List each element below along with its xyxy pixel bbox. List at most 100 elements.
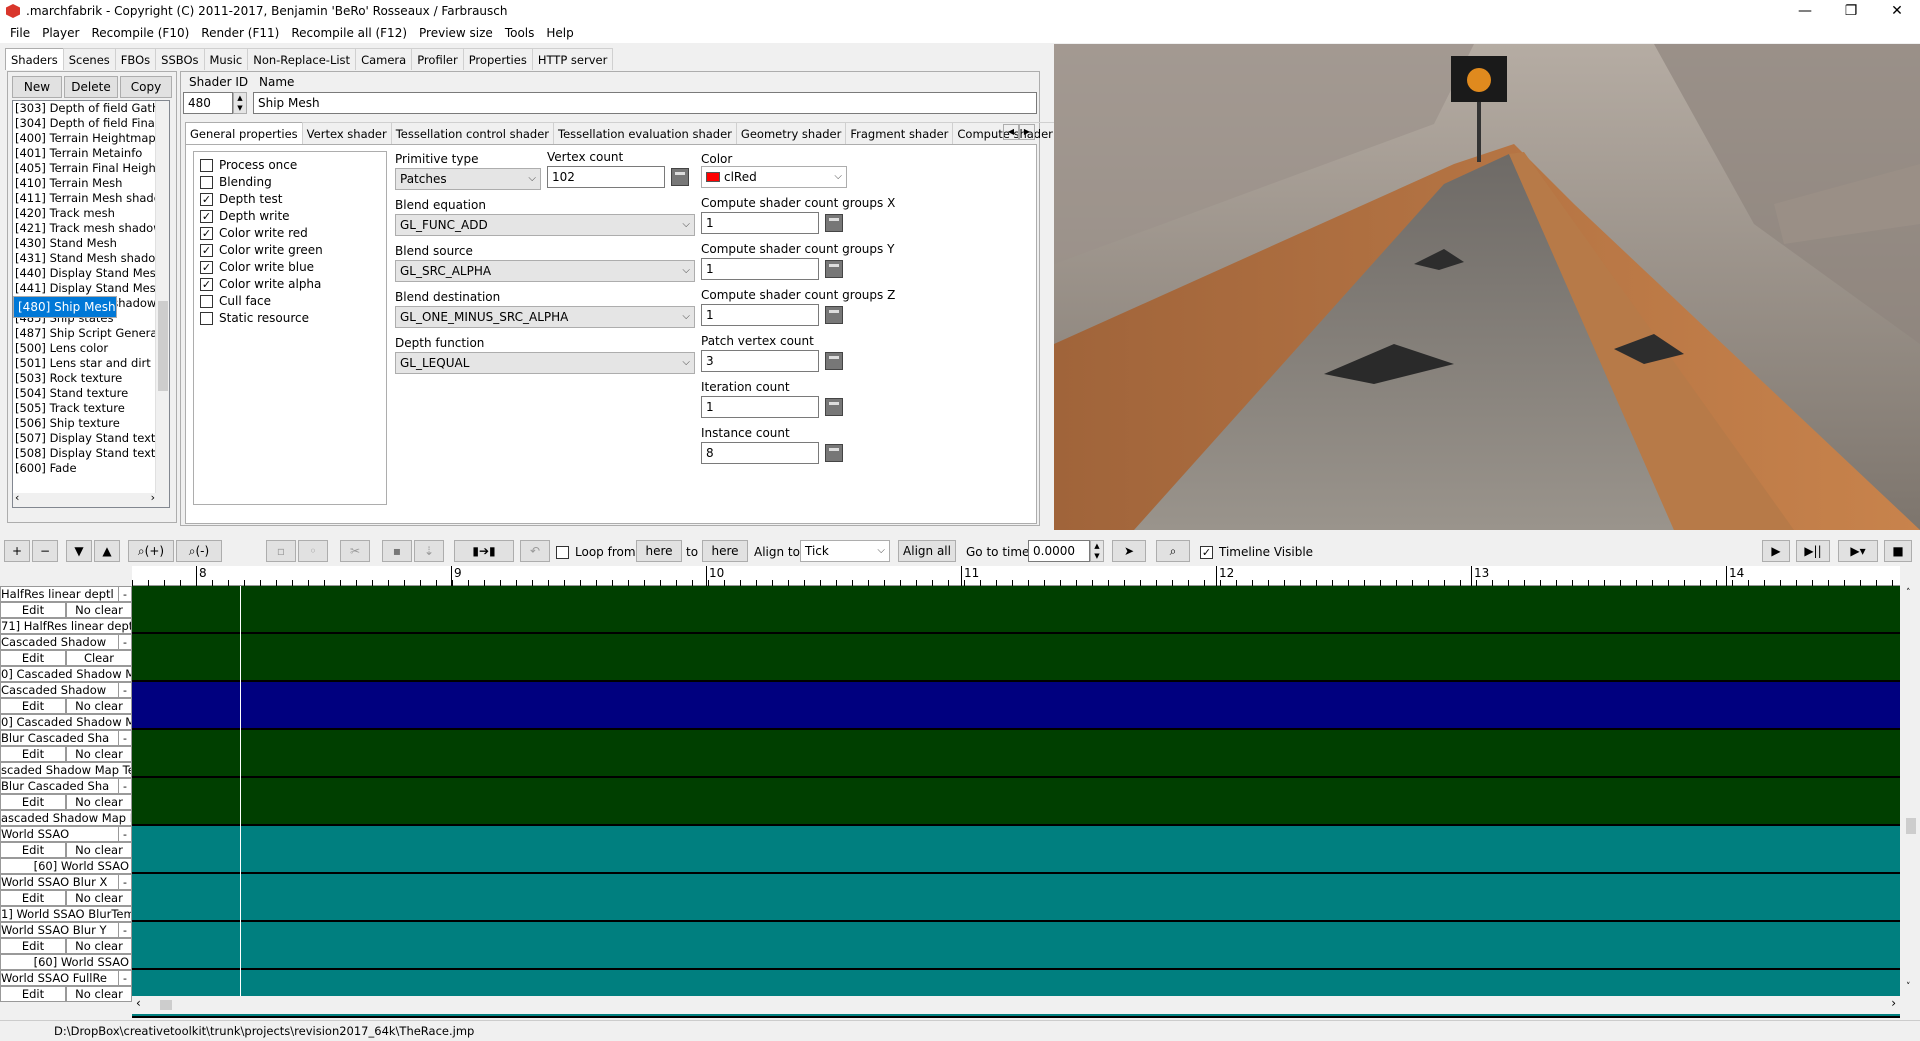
list-item[interactable]: [430] Stand Mesh xyxy=(13,236,169,251)
track-edit-button[interactable]: Edit xyxy=(0,842,66,858)
track-clear-button[interactable]: No clear xyxy=(66,746,132,762)
track-clear-button[interactable]: No clear xyxy=(66,938,132,954)
track-edit-button[interactable]: Edit xyxy=(0,986,66,1002)
track-name[interactable]: HalfRes linear deptl xyxy=(0,586,132,602)
track-target[interactable]: 71] HalfRes linear depth xyxy=(0,618,132,634)
list-item[interactable]: [431] Stand Mesh shadow r xyxy=(13,251,169,266)
checkbox-color-write-alpha[interactable]: ✓ Color write alpha xyxy=(200,277,321,291)
loop-from-here-button[interactable]: here xyxy=(636,540,682,562)
playhead-cursor[interactable] xyxy=(240,586,241,996)
add-track-button[interactable]: + xyxy=(4,540,30,562)
list-item[interactable]: [401] Terrain Metainfo xyxy=(13,146,169,161)
calculator-icon[interactable] xyxy=(825,306,843,324)
track-collapse-button[interactable]: - xyxy=(118,586,132,602)
track-edit-button[interactable]: Edit xyxy=(0,938,66,954)
shader-list-hscrollbar[interactable]: ‹ › xyxy=(13,491,157,507)
cs-x-input[interactable]: 1 xyxy=(701,212,819,234)
tab-http-server[interactable]: HTTP server xyxy=(531,48,614,70)
list-item[interactable]: [440] Display Stand Mesh xyxy=(13,266,169,281)
shader-id-spinner[interactable]: ▲ ▼ xyxy=(233,92,247,114)
track-edit-button[interactable]: Edit xyxy=(0,650,66,666)
checkbox-box[interactable] xyxy=(200,294,213,308)
track-band[interactable] xyxy=(132,682,1900,730)
iteration-count-input[interactable]: 1 xyxy=(701,396,819,418)
track-target[interactable]: [60] World SSAO xyxy=(0,858,132,874)
shader-id-input[interactable]: 480 xyxy=(183,92,233,114)
checkbox-static-resource[interactable]: Static resource xyxy=(200,311,309,325)
calculator-icon[interactable] xyxy=(671,168,689,186)
loop-checkbox-box[interactable] xyxy=(556,545,569,559)
track-band[interactable] xyxy=(132,634,1900,682)
list-item[interactable]: [405] Terrain Final Heightm xyxy=(13,161,169,176)
track-clear-button[interactable]: No clear xyxy=(66,842,132,858)
play-pause-button[interactable]: ▶|| xyxy=(1796,540,1830,562)
tab-general-properties[interactable]: General properties xyxy=(185,122,303,144)
track-collapse-button[interactable]: - xyxy=(118,874,132,890)
track-name[interactable]: World SSAO FullRe xyxy=(0,970,132,986)
track-edit-button[interactable]: Edit xyxy=(0,698,66,714)
list-item[interactable]: [441] Display Stand Mesh sl xyxy=(13,281,169,296)
track-target[interactable]: 0] Cascaded Shadow M xyxy=(0,666,132,682)
paste-icon[interactable]: ◦ xyxy=(298,540,328,562)
checkbox-process-once[interactable]: Process once xyxy=(200,158,297,172)
timeline-visible-checkbox[interactable]: ✓ Timeline Visible xyxy=(1200,545,1313,559)
scroll-left-icon[interactable]: ‹ xyxy=(136,996,141,1010)
timeline-vscrollbar[interactable]: ˄ ˅ xyxy=(1902,586,1920,996)
track-clear-button[interactable]: No clear xyxy=(66,698,132,714)
checkbox-box[interactable] xyxy=(200,175,213,189)
track-target[interactable]: ascaded Shadow Map B xyxy=(0,810,132,826)
cs-z-input[interactable]: 1 xyxy=(701,304,819,326)
track-collapse-button[interactable]: - xyxy=(118,970,132,986)
track-clear-button[interactable]: No clear xyxy=(66,890,132,906)
close-button[interactable]: ✕ xyxy=(1874,0,1920,22)
align-to-select[interactable]: Tick ⌵ xyxy=(800,540,890,562)
track-band[interactable] xyxy=(132,778,1900,826)
zoom-out-button[interactable]: ⌕(-) xyxy=(176,540,222,562)
calculator-icon[interactable] xyxy=(825,214,843,232)
calculator-icon[interactable] xyxy=(825,352,843,370)
blend-destination-select[interactable]: GL_ONE_MINUS_SRC_ALPHA ⌵ xyxy=(395,306,695,328)
tab-fragment-shader[interactable]: Fragment shader xyxy=(845,122,954,144)
checkbox-color-write-green[interactable]: ✓ Color write green xyxy=(200,243,323,257)
tab-scroll-left-icon[interactable]: ◀ xyxy=(1003,124,1019,140)
go-to-time-input[interactable]: 0.0000 xyxy=(1028,540,1090,562)
track-name[interactable]: World SSAO xyxy=(0,826,132,842)
list-item[interactable]: [500] Lens color xyxy=(13,341,169,356)
patch-vertex-count-input[interactable]: 3 xyxy=(701,350,819,372)
track-band[interactable] xyxy=(132,922,1900,970)
menu-help[interactable]: Help xyxy=(540,23,579,43)
tab-vertex-shader[interactable]: Vertex shader xyxy=(301,122,392,144)
calculator-icon[interactable] xyxy=(825,398,843,416)
instance-count-input[interactable]: 8 xyxy=(701,442,819,464)
insert-icon[interactable]: ⇣ xyxy=(414,540,444,562)
list-item[interactable]: [507] Display Stand texture xyxy=(13,431,169,446)
track-collapse-button[interactable]: - xyxy=(118,778,132,794)
vertex-count-input[interactable]: 102 xyxy=(547,166,665,188)
timeline-vscroll-thumb[interactable] xyxy=(1906,818,1916,834)
checkbox-cull-face[interactable]: Cull face xyxy=(200,294,271,308)
shader-name-input[interactable]: Ship Mesh xyxy=(253,92,1037,114)
color-select[interactable]: clRed ⌵ xyxy=(701,166,847,188)
tab-properties[interactable]: Properties xyxy=(462,48,533,70)
track-name[interactable]: Blur Cascaded Sha xyxy=(0,778,132,794)
track-target[interactable]: 1] World SSAO BlurTem xyxy=(0,906,132,922)
move-down-button[interactable]: ▼ xyxy=(66,540,92,562)
blend-source-select[interactable]: GL_SRC_ALPHA ⌵ xyxy=(395,260,695,282)
track-edit-button[interactable]: Edit xyxy=(0,602,66,618)
list-item[interactable]: [505] Track texture xyxy=(13,401,169,416)
checkbox-box[interactable]: ✓ xyxy=(200,226,213,240)
tab-scroll-right-icon[interactable]: ▶ xyxy=(1019,124,1035,140)
checkbox-color-write-blue[interactable]: ✓ Color write blue xyxy=(200,260,314,274)
track-clear-button[interactable]: No clear xyxy=(66,794,132,810)
track-name[interactable]: Cascaded Shadow xyxy=(0,682,132,698)
loop-from-checkbox[interactable]: Loop from xyxy=(556,545,636,559)
list-item[interactable]: [600] Fade xyxy=(13,461,169,476)
track-target[interactable]: [60] World SSAO xyxy=(0,954,132,970)
checkbox-color-write-red[interactable]: ✓ Color write red xyxy=(200,226,308,240)
track-collapse-button[interactable]: - xyxy=(118,634,132,650)
checkbox-box[interactable]: ✓ xyxy=(200,192,213,206)
checkbox-blending[interactable]: Blending xyxy=(200,175,272,189)
track-clear-button[interactable]: No clear xyxy=(66,986,132,1002)
scroll-down-icon[interactable]: ˅ xyxy=(1906,982,1911,992)
checkbox-box[interactable] xyxy=(200,311,213,325)
